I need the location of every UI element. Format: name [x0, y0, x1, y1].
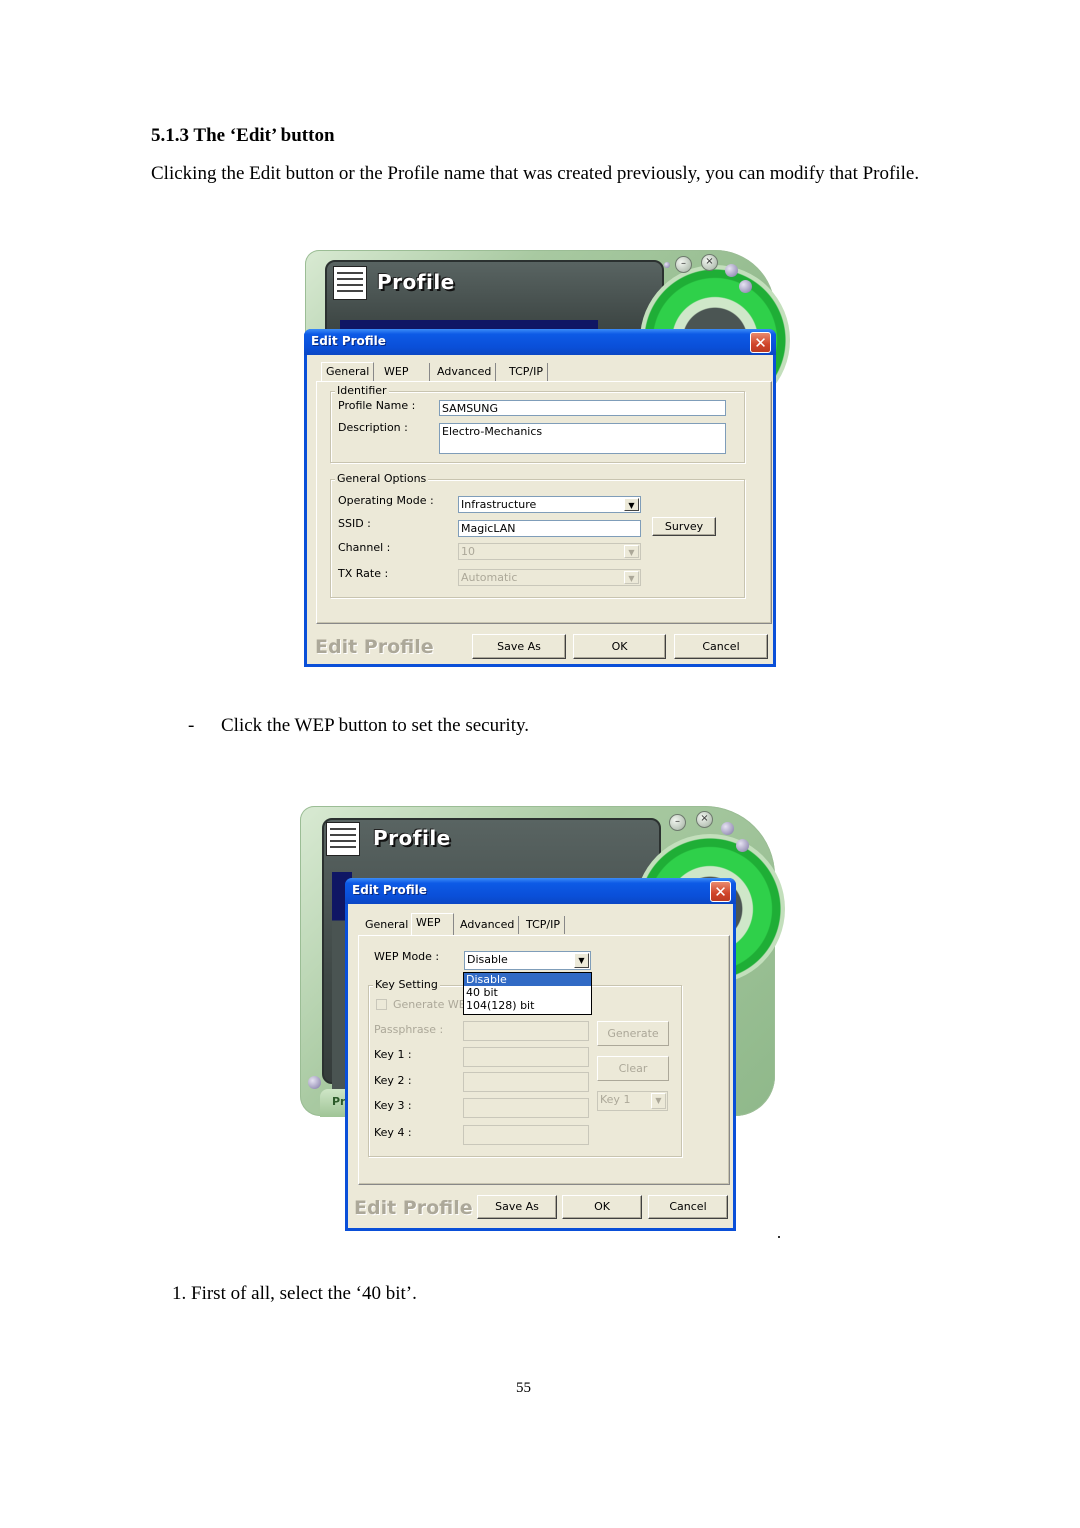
- cancel-button[interactable]: Cancel: [674, 634, 768, 659]
- passphrase-label: Passphrase :: [374, 1023, 444, 1036]
- chevron-down-icon[interactable]: ▼: [651, 1093, 666, 1109]
- wep-mode-dropdown-list[interactable]: Disable 40 bit 104(128) bit: [463, 972, 592, 1015]
- dialog-close-button[interactable]: ✕: [710, 881, 731, 902]
- dialog-close-button[interactable]: ✕: [750, 332, 771, 353]
- wep-mode-option-104bit[interactable]: 104(128) bit: [464, 999, 591, 1012]
- tx-rate-value: Automatic: [461, 571, 518, 584]
- chevron-down-icon[interactable]: ▼: [624, 498, 639, 511]
- stray-dot: [778, 1236, 780, 1238]
- wep-mode-option-40bit[interactable]: 40 bit: [464, 986, 591, 999]
- instruction-bullet: - Click the WEP button to set the securit…: [188, 715, 529, 737]
- profile-name-label: Profile Name :: [338, 399, 416, 412]
- cancel-button[interactable]: Cancel: [648, 1195, 728, 1219]
- generate-button[interactable]: Generate: [597, 1021, 669, 1046]
- ok-button[interactable]: OK: [573, 634, 666, 659]
- survey-button[interactable]: Survey: [652, 517, 716, 536]
- wep-mode-select[interactable]: Disable ▼: [464, 951, 591, 970]
- key2-label: Key 2 :: [374, 1074, 412, 1087]
- step-1-instruction: 1. First of all, select the ‘40 bit’.: [172, 1283, 417, 1304]
- skin-round-button[interactable]: [721, 822, 734, 835]
- tab-wep[interactable]: WEP: [411, 913, 454, 935]
- tab-wep[interactable]: WEP: [380, 363, 430, 381]
- general-options-group-label: General Options: [335, 472, 429, 485]
- dialog-body: General WEP Advanced TCP/IP Identifier P…: [307, 355, 773, 664]
- bullet-text: Click the WEP button to set the security…: [221, 715, 529, 736]
- dialog-title: Edit Profile: [311, 334, 386, 348]
- profile-app-icon: [326, 822, 360, 856]
- key3-label: Key 3 :: [374, 1099, 412, 1112]
- wep-mode-option-disable[interactable]: Disable: [464, 973, 591, 986]
- ok-button[interactable]: OK: [562, 1195, 642, 1219]
- identifier-group-label: Identifier: [335, 384, 389, 397]
- intro-paragraph: Clicking the Edit button or the Profile …: [151, 163, 920, 184]
- bullet-dash: -: [188, 715, 195, 736]
- ssid-input[interactable]: MagicLAN: [458, 520, 641, 537]
- chevron-down-icon[interactable]: ▼: [624, 545, 639, 558]
- minimize-button[interactable]: –: [669, 814, 686, 831]
- operating-mode-value: Infrastructure: [461, 498, 537, 511]
- key4-label: Key 4 :: [374, 1126, 412, 1139]
- tab-tcpip[interactable]: TCP/IP: [505, 363, 548, 381]
- profile-name-input[interactable]: SAMSUNG: [439, 400, 726, 416]
- app-close-button[interactable]: ×: [701, 254, 718, 271]
- chevron-down-icon[interactable]: ▼: [624, 571, 639, 584]
- tab-advanced[interactable]: Advanced: [456, 916, 520, 934]
- key1-label: Key 1 :: [374, 1048, 412, 1061]
- channel-select[interactable]: 10 ▼: [458, 543, 641, 560]
- wep-mode-label: WEP Mode :: [374, 950, 440, 963]
- tab-tcpip[interactable]: TCP/IP: [522, 916, 565, 934]
- app-title: Profile: [377, 270, 455, 294]
- skin-round-button[interactable]: [664, 262, 670, 268]
- edit-profile-dialog-2: Edit Profile ✕ General WEP Advanced TCP/…: [345, 878, 736, 1231]
- default-key-select[interactable]: Key 1 ▼: [597, 1091, 668, 1111]
- dialog-watermark: Edit Profile: [315, 636, 434, 658]
- channel-value: 10: [461, 545, 475, 558]
- app-title: Profile: [373, 826, 451, 850]
- default-key-value: Key 1: [600, 1093, 631, 1106]
- generate-wep-checkbox[interactable]: [376, 999, 387, 1010]
- key-setting-group-label: Key Setting: [373, 978, 440, 991]
- dialog-watermark: Edit Profile: [354, 1197, 473, 1219]
- description-label: Description :: [338, 421, 408, 434]
- description-input[interactable]: Electro-Mechanics: [439, 423, 726, 454]
- app-close-button[interactable]: ×: [696, 811, 713, 828]
- tx-rate-label: TX Rate :: [338, 567, 389, 580]
- key4-input[interactable]: [463, 1125, 589, 1145]
- passphrase-input[interactable]: [463, 1021, 589, 1041]
- profile-app-icon: [333, 266, 367, 300]
- dialog-body: General WEP Advanced TCP/IP WEP Mode : D…: [348, 904, 733, 1228]
- key2-input[interactable]: [463, 1072, 589, 1092]
- skin-round-button[interactable]: [725, 264, 738, 277]
- skin-round-button[interactable]: [308, 1076, 321, 1089]
- skin-round-button[interactable]: [736, 839, 749, 852]
- chevron-down-icon[interactable]: ▼: [574, 953, 589, 968]
- save-as-button[interactable]: Save As: [477, 1195, 557, 1219]
- operating-mode-label: Operating Mode :: [338, 494, 434, 507]
- tab-general[interactable]: General: [321, 362, 375, 382]
- key1-input[interactable]: [463, 1047, 589, 1067]
- wep-mode-value: Disable: [467, 953, 508, 966]
- key3-input[interactable]: [463, 1098, 589, 1118]
- ssid-label: SSID :: [338, 517, 371, 530]
- skin-round-button[interactable]: [739, 280, 752, 293]
- tab-advanced[interactable]: Advanced: [433, 363, 497, 381]
- channel-label: Channel :: [338, 541, 391, 554]
- operating-mode-select[interactable]: Infrastructure ▼: [458, 496, 641, 513]
- tab-general[interactable]: General: [361, 916, 414, 934]
- minimize-button[interactable]: –: [675, 256, 692, 273]
- edit-profile-dialog-1: Edit Profile ✕ General WEP Advanced TCP/…: [304, 329, 776, 667]
- clear-button[interactable]: Clear: [597, 1056, 669, 1081]
- section-heading: 5.1.3 The ‘Edit’ button: [151, 125, 335, 146]
- save-as-button[interactable]: Save As: [472, 634, 566, 659]
- dialog-title: Edit Profile: [352, 883, 427, 897]
- generate-wep-label: Generate WEP: [393, 998, 473, 1011]
- page-number: 55: [516, 1380, 531, 1396]
- tx-rate-select[interactable]: Automatic ▼: [458, 569, 641, 586]
